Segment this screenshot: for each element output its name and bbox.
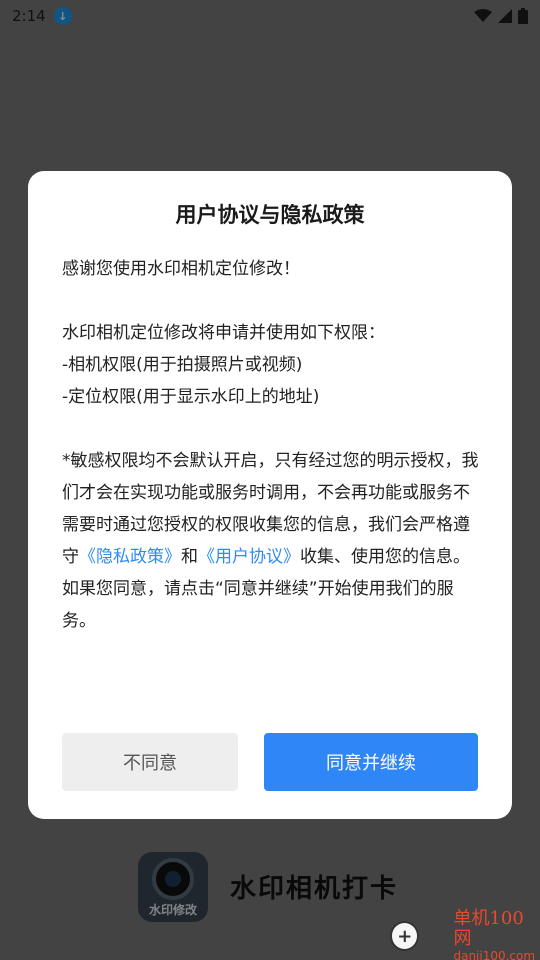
permission-location: -定位权限(用于显示水印上的地址) (62, 387, 320, 407)
thanks-text: 感谢您使用水印相机定位修改！ (62, 259, 300, 279)
and-text: 和 (181, 547, 198, 567)
watermark-site-url: danji100.com (453, 949, 536, 960)
privacy-policy-link[interactable]: 《隐私政策》 (79, 547, 181, 567)
dialog-title: 用户协议与隐私政策 (175, 203, 365, 227)
permission-camera: -相机权限(用于拍摄照片或视频) (62, 355, 303, 375)
watermark-plus-icon: + (390, 921, 420, 951)
dialog-body: 感谢您使用水印相机定位修改！ 水印相机定位修改将申请并使用如下权限： -相机权限… (62, 253, 480, 637)
watermark-site-name: 单机100网 (453, 908, 524, 949)
agree-continue-button[interactable]: 同意并继续 (264, 733, 478, 791)
privacy-dialog: 用户协议与隐私政策 感谢您使用水印相机定位修改！ 水印相机定位修改将申请并使用如… (28, 171, 512, 819)
user-agreement-link[interactable]: 《用户协议》 (198, 547, 300, 567)
site-watermark: + 单机100网 danji100.com (390, 908, 540, 960)
disagree-button[interactable]: 不同意 (62, 733, 238, 791)
permissions-intro: 水印相机定位修改将申请并使用如下权限： (62, 323, 385, 343)
notice-paragraph: *敏感权限均不会默认开启，只有经过您的明示授权，我们才会在实现功能或服务时调用，… (62, 445, 480, 637)
